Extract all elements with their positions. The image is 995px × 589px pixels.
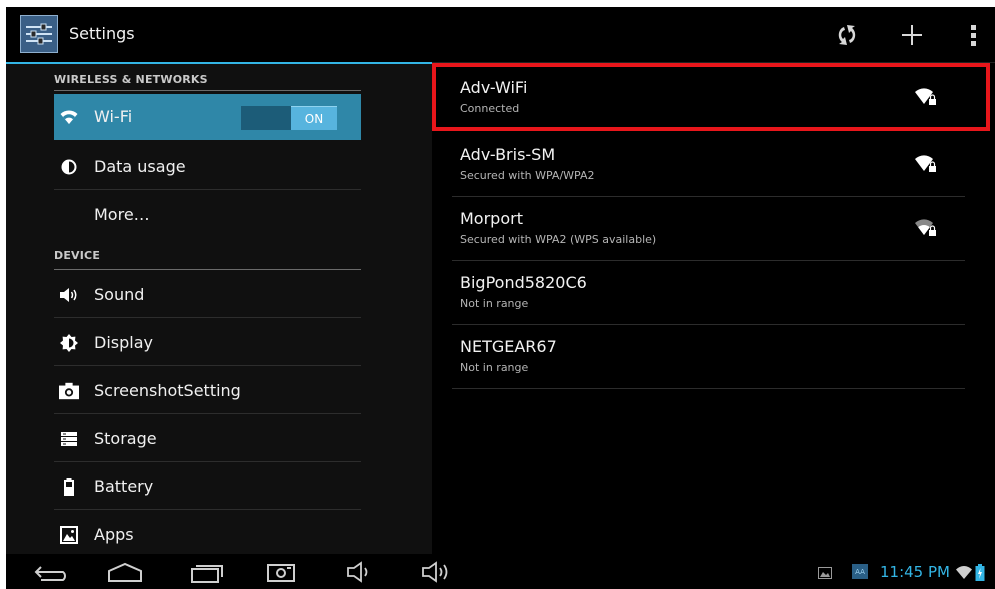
sidebar-item-label: Battery xyxy=(94,477,154,496)
wifi-network-list: Adv-WiFi Connected Adv-Bris-SM Secured w… xyxy=(432,64,995,554)
wps-button[interactable] xyxy=(829,17,865,53)
volume-up-button[interactable] xyxy=(416,558,456,586)
plus-icon xyxy=(902,25,922,45)
network-ssid: NETGEAR67 xyxy=(460,337,557,356)
apps-icon xyxy=(59,525,79,545)
battery-icon xyxy=(59,477,79,497)
item-divider xyxy=(54,509,361,510)
item-divider xyxy=(54,317,361,318)
recents-icon xyxy=(191,565,223,583)
volume-up-icon xyxy=(422,561,448,583)
recents-button[interactable] xyxy=(184,558,228,586)
screen: Settings WIRELESS & NETWORKS Wi-Fi ON Da… xyxy=(6,7,995,589)
section-header-wireless: WIRELESS & NETWORKS xyxy=(54,73,208,86)
sidebar-item-label: More… xyxy=(94,205,150,224)
back-button[interactable] xyxy=(28,558,72,586)
sidebar-item-label: Display xyxy=(94,333,153,352)
item-divider xyxy=(452,388,965,389)
sidebar-item-apps[interactable]: Apps xyxy=(54,512,361,558)
camera-icon xyxy=(59,381,79,401)
section-header-device: DEVICE xyxy=(54,249,101,262)
item-divider xyxy=(54,365,361,366)
wifi-icon xyxy=(956,566,972,579)
network-summary: Not in range xyxy=(460,361,529,374)
home-icon xyxy=(108,562,142,582)
clock: 11:45 PM xyxy=(880,563,950,581)
wifi-network-item[interactable]: Adv-Bris-SM Secured with WPA/WPA2 xyxy=(452,133,965,197)
system-nav-bar: AA 11:45 PM xyxy=(6,554,995,589)
item-divider xyxy=(54,413,361,414)
section-divider xyxy=(54,269,361,270)
wifi-toggle[interactable]: ON xyxy=(241,106,337,130)
data-usage-icon xyxy=(59,157,79,177)
screenshot-button[interactable] xyxy=(261,558,301,586)
settings-sliders-icon[interactable] xyxy=(20,15,58,53)
sidebar-item-sound[interactable]: Sound xyxy=(54,272,361,318)
item-divider xyxy=(54,461,361,462)
sidebar-item-label: Wi-Fi xyxy=(94,107,133,126)
network-ssid: BigPond5820C6 xyxy=(460,273,587,292)
network-summary: Secured with WPA/WPA2 xyxy=(460,169,595,182)
speaker-icon xyxy=(59,285,79,305)
sidebar-item-wifi[interactable]: Wi-Fi ON xyxy=(54,94,361,140)
volume-down-button[interactable] xyxy=(341,558,377,586)
sidebar-item-label: Sound xyxy=(94,285,145,304)
network-summary: Secured with WPA2 (WPS available) xyxy=(460,233,657,246)
action-bar: Settings xyxy=(6,7,995,62)
wifi-network-item[interactable]: Morport Secured with WPA2 (WPS available… xyxy=(452,197,965,261)
screenshot-icon xyxy=(267,564,295,582)
secured-wifi-icon xyxy=(915,219,936,236)
back-icon xyxy=(34,566,66,581)
volume-down-icon xyxy=(347,561,368,583)
toggle-state: ON xyxy=(291,106,337,130)
sidebar-item-more[interactable]: More… xyxy=(54,192,361,238)
network-ssid: Adv-Bris-SM xyxy=(460,145,556,164)
sidebar-item-label: Apps xyxy=(94,525,134,544)
overflow-icon xyxy=(971,25,976,46)
page-title: Settings xyxy=(69,24,135,43)
network-summary: Not in range xyxy=(460,297,529,310)
wps-icon xyxy=(838,25,856,45)
storage-icon xyxy=(59,429,79,449)
item-divider xyxy=(54,189,361,190)
highlight-box xyxy=(432,63,990,131)
home-button[interactable] xyxy=(103,558,147,586)
sidebar-item-label: ScreenshotSetting xyxy=(94,381,241,400)
svg-text:AA: AA xyxy=(855,568,865,576)
overflow-menu-button[interactable] xyxy=(956,17,992,53)
brightness-icon xyxy=(59,333,79,353)
sidebar-item-screenshot-setting[interactable]: ScreenshotSetting xyxy=(54,368,361,414)
gallery-icon xyxy=(818,567,832,579)
sidebar-item-label: Data usage xyxy=(94,157,186,176)
sidebar-item-data-usage[interactable]: Data usage xyxy=(54,144,361,190)
secured-wifi-icon xyxy=(915,155,936,172)
network-ssid: Morport xyxy=(460,209,523,228)
sidebar-item-battery[interactable]: Battery xyxy=(54,464,361,510)
sidebar-item-display[interactable]: Display xyxy=(54,320,361,366)
keyboard-icon: AA xyxy=(852,564,868,579)
wifi-icon xyxy=(59,107,79,127)
wifi-network-item[interactable]: NETGEAR67 Not in range xyxy=(452,325,965,389)
settings-sidebar: WIRELESS & NETWORKS Wi-Fi ON Data usage … xyxy=(6,64,432,554)
sidebar-item-storage[interactable]: Storage xyxy=(54,416,361,462)
wifi-network-item[interactable]: BigPond5820C6 Not in range xyxy=(452,261,965,325)
battery-icon xyxy=(975,564,985,581)
sidebar-item-label: Storage xyxy=(94,429,157,448)
add-network-button[interactable] xyxy=(894,17,930,53)
section-divider xyxy=(54,90,361,91)
